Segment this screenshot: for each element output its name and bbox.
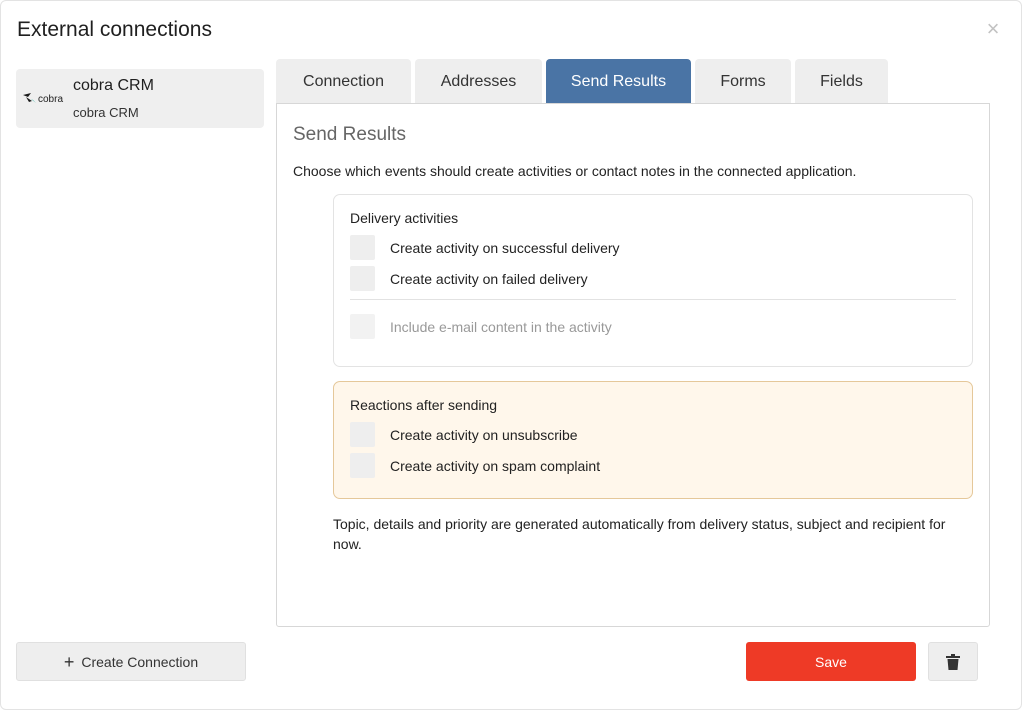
- unsubscribe-option[interactable]: Create activity on unsubscribe: [350, 422, 578, 447]
- external-connections-dialog: External connections × cobra cobra CRM c…: [0, 0, 1022, 710]
- close-button[interactable]: ×: [983, 18, 1003, 40]
- successful-delivery-checkbox[interactable]: [350, 235, 375, 260]
- delivery-activities-box: Delivery activities Create activity on s…: [333, 194, 973, 367]
- spam-complaint-checkbox[interactable]: [350, 453, 375, 478]
- failed-delivery-label: Create activity on failed delivery: [390, 270, 588, 287]
- create-connection-button[interactable]: + Create Connection: [16, 642, 246, 681]
- dialog-title: External connections: [17, 18, 212, 41]
- footnote: Topic, details and priority are generate…: [333, 516, 946, 552]
- spam-complaint-label: Create activity on spam complaint: [390, 457, 601, 474]
- include-content-option[interactable]: Include e-mail content in the activity: [350, 314, 612, 339]
- connection-name: cobra CRM: [73, 77, 154, 94]
- divider: [350, 299, 956, 300]
- unsubscribe-label: Create activity on unsubscribe: [390, 426, 578, 443]
- plus-icon: +: [63, 651, 75, 672]
- tab-fields[interactable]: Fields: [795, 59, 888, 104]
- send-results-panel: Send Results Choose which events should …: [276, 103, 990, 627]
- failed-delivery-checkbox[interactable]: [350, 266, 375, 291]
- tab-forms[interactable]: Forms: [695, 59, 791, 104]
- failed-delivery-option[interactable]: Create activity on failed delivery: [350, 266, 588, 291]
- include-content-checkbox[interactable]: [350, 314, 375, 339]
- create-connection-label: Create Connection: [81, 653, 199, 670]
- include-content-label: Include e-mail content in the activity: [390, 318, 612, 335]
- cobra-logo-icon: cobra: [23, 93, 63, 105]
- save-button[interactable]: Save: [746, 642, 916, 681]
- sidebar-item-cobra-crm[interactable]: cobra cobra CRM cobra CRM: [16, 69, 264, 128]
- panel-description: Choose which events should create activi…: [293, 163, 857, 179]
- panel-title: Send Results: [293, 124, 407, 145]
- unsubscribe-checkbox[interactable]: [350, 422, 375, 447]
- tab-connection[interactable]: Connection: [276, 59, 411, 104]
- reactions-box: Reactions after sending Create activity …: [333, 381, 973, 499]
- spam-complaint-option[interactable]: Create activity on spam complaint: [350, 453, 600, 478]
- reactions-heading: Reactions after sending: [350, 397, 498, 413]
- delivery-heading: Delivery activities: [350, 210, 459, 226]
- successful-delivery-option[interactable]: Create activity on successful delivery: [350, 235, 620, 260]
- delete-button[interactable]: [928, 642, 978, 681]
- tab-addresses[interactable]: Addresses: [415, 59, 542, 104]
- successful-delivery-label: Create activity on successful delivery: [390, 239, 620, 256]
- tab-send-results[interactable]: Send Results: [546, 59, 691, 104]
- connection-subtitle: cobra CRM: [73, 105, 139, 120]
- cobra-logo-text: cobra: [38, 94, 63, 105]
- trash-icon: [946, 653, 960, 670]
